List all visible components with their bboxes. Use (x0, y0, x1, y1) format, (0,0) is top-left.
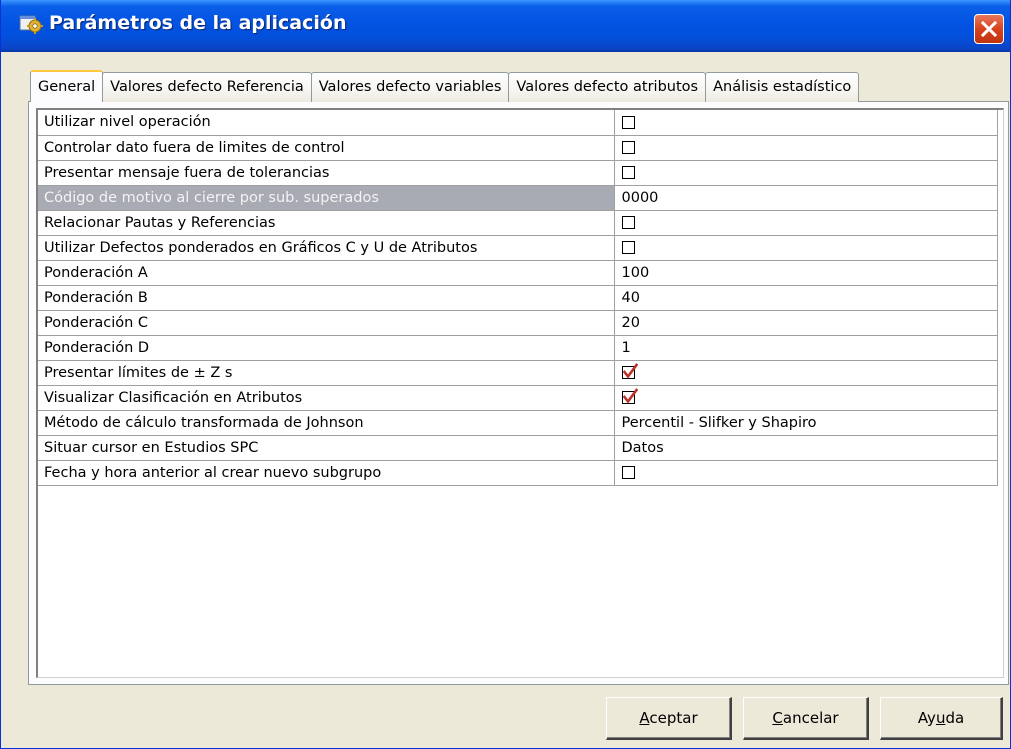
setting-label[interactable]: Utilizar nivel operación (38, 110, 615, 136)
tab-valores-defecto-atributos[interactable]: Valores defecto atributos (508, 72, 707, 102)
settings-row[interactable]: Método de cálculo transformada de Johnso… (38, 410, 998, 436)
setting-checkbox-cell[interactable] (614, 360, 998, 386)
setting-label[interactable]: Relacionar Pautas y Referencias (38, 210, 615, 236)
tab-general[interactable]: General (30, 70, 104, 102)
cancel-label-rest: ancelar (782, 709, 839, 727)
close-button[interactable] (974, 14, 1004, 44)
setting-label[interactable]: Presentar mensaje fuera de tolerancias (38, 160, 615, 186)
setting-label[interactable]: Código de motivo al cierre por sub. supe… (38, 185, 615, 211)
setting-checkbox-cell[interactable] (614, 135, 998, 161)
checkbox[interactable] (621, 166, 635, 179)
settings-row[interactable]: Ponderación A 100 (38, 260, 998, 286)
settings-row[interactable]: Presentar límites de ± Z s (38, 360, 998, 386)
setting-value[interactable]: 40 (614, 285, 998, 311)
settings-row[interactable]: Código de motivo al cierre por sub. supe… (38, 185, 998, 211)
settings-row[interactable]: Ponderación B 40 (38, 285, 998, 311)
help-button[interactable]: Ayuda (880, 697, 1003, 740)
app-icon (19, 13, 43, 35)
settings-row[interactable]: Ponderación D1 (38, 335, 998, 361)
setting-checkbox-cell[interactable] (614, 210, 998, 236)
settings-row[interactable]: Relacionar Pautas y Referencias (38, 210, 998, 236)
setting-label[interactable]: Utilizar Defectos ponderados en Gráficos… (38, 235, 615, 261)
setting-label[interactable]: Ponderación C (38, 310, 615, 336)
settings-row[interactable]: Situar cursor en Estudios SPC Datos (38, 435, 998, 461)
checkbox-checked[interactable] (621, 363, 638, 379)
accept-mnemonic: A (639, 709, 650, 727)
dialog-window: Parámetros de la aplicación General Valo… (0, 0, 1011, 749)
cancel-button[interactable]: Cancelar (743, 697, 869, 740)
setting-label[interactable]: Ponderación A (38, 260, 615, 286)
setting-label[interactable]: Controlar dato fuera de limites de contr… (38, 135, 615, 161)
setting-value[interactable]: 100 (614, 260, 998, 286)
settings-table: Utilizar nivel operación Controlar dato f… (38, 110, 998, 486)
setting-label[interactable]: Método de cálculo transformada de Johnso… (38, 410, 615, 436)
settings-row[interactable]: Controlar dato fuera de limites de contr… (38, 135, 998, 161)
close-icon (981, 21, 997, 37)
checkbox[interactable] (621, 241, 635, 254)
setting-checkbox-cell[interactable] (614, 385, 998, 411)
settings-grid: Utilizar nivel operación Controlar dato f… (36, 108, 1004, 678)
setting-label[interactable]: Situar cursor en Estudios SPC (38, 435, 615, 461)
settings-row[interactable]: Fecha y hora anterior al crear nuevo sub… (38, 460, 998, 486)
setting-label[interactable]: Ponderación D (38, 335, 615, 361)
setting-checkbox-cell[interactable] (614, 460, 998, 486)
checkbox-checked[interactable] (621, 388, 638, 404)
checkbox[interactable] (621, 466, 635, 479)
settings-row[interactable]: Ponderación C 20 (38, 310, 998, 336)
help-label-rest: da (945, 709, 965, 727)
checkbox[interactable] (621, 141, 635, 154)
setting-value[interactable]: 0000 (614, 185, 998, 211)
tab-analisis-estadistico[interactable]: Análisis estadístico (705, 72, 860, 102)
setting-value[interactable]: 20 (614, 310, 998, 336)
setting-checkbox-cell[interactable] (614, 160, 998, 186)
setting-label[interactable]: Presentar límites de ± Z s (38, 360, 615, 386)
setting-label[interactable]: Visualizar Clasificación en Atributos (38, 385, 615, 411)
cancel-mnemonic: C (772, 709, 783, 727)
settings-row[interactable]: Visualizar Clasificación en Atributos (38, 385, 998, 411)
tab-valores-defecto-variables[interactable]: Valores defecto variables (310, 72, 510, 102)
accept-button[interactable]: Aceptar (606, 697, 732, 740)
check-mark-icon (622, 363, 638, 379)
settings-row[interactable]: Utilizar Defectos ponderados en Gráficos… (38, 235, 998, 261)
check-mark-icon (622, 388, 638, 404)
tab-strip: General Valores defecto Referencia Valor… (30, 70, 860, 102)
setting-value[interactable]: Percentil - Slifker y Shapiro (614, 410, 998, 436)
tab-valores-defecto-referencia[interactable]: Valores defecto Referencia (102, 72, 312, 102)
setting-label[interactable]: Ponderación B (38, 285, 615, 311)
setting-value[interactable]: Datos (614, 435, 998, 461)
help-label-pre: Ay (917, 709, 936, 727)
accept-label-rest: ceptar (649, 709, 698, 727)
checkbox[interactable] (621, 115, 635, 129)
setting-checkbox-cell[interactable] (614, 110, 998, 136)
checkbox[interactable] (621, 216, 635, 229)
setting-checkbox-cell[interactable] (614, 235, 998, 261)
setting-label[interactable]: Fecha y hora anterior al crear nuevo sub… (38, 460, 615, 486)
window-title: Parámetros de la aplicación (49, 12, 347, 34)
title-bar[interactable]: Parámetros de la aplicación (1, 0, 1010, 52)
settings-row[interactable]: Presentar mensaje fuera de tolerancias (38, 160, 998, 186)
settings-row[interactable]: Utilizar nivel operación (38, 110, 998, 136)
setting-value[interactable]: 1 (614, 335, 998, 361)
